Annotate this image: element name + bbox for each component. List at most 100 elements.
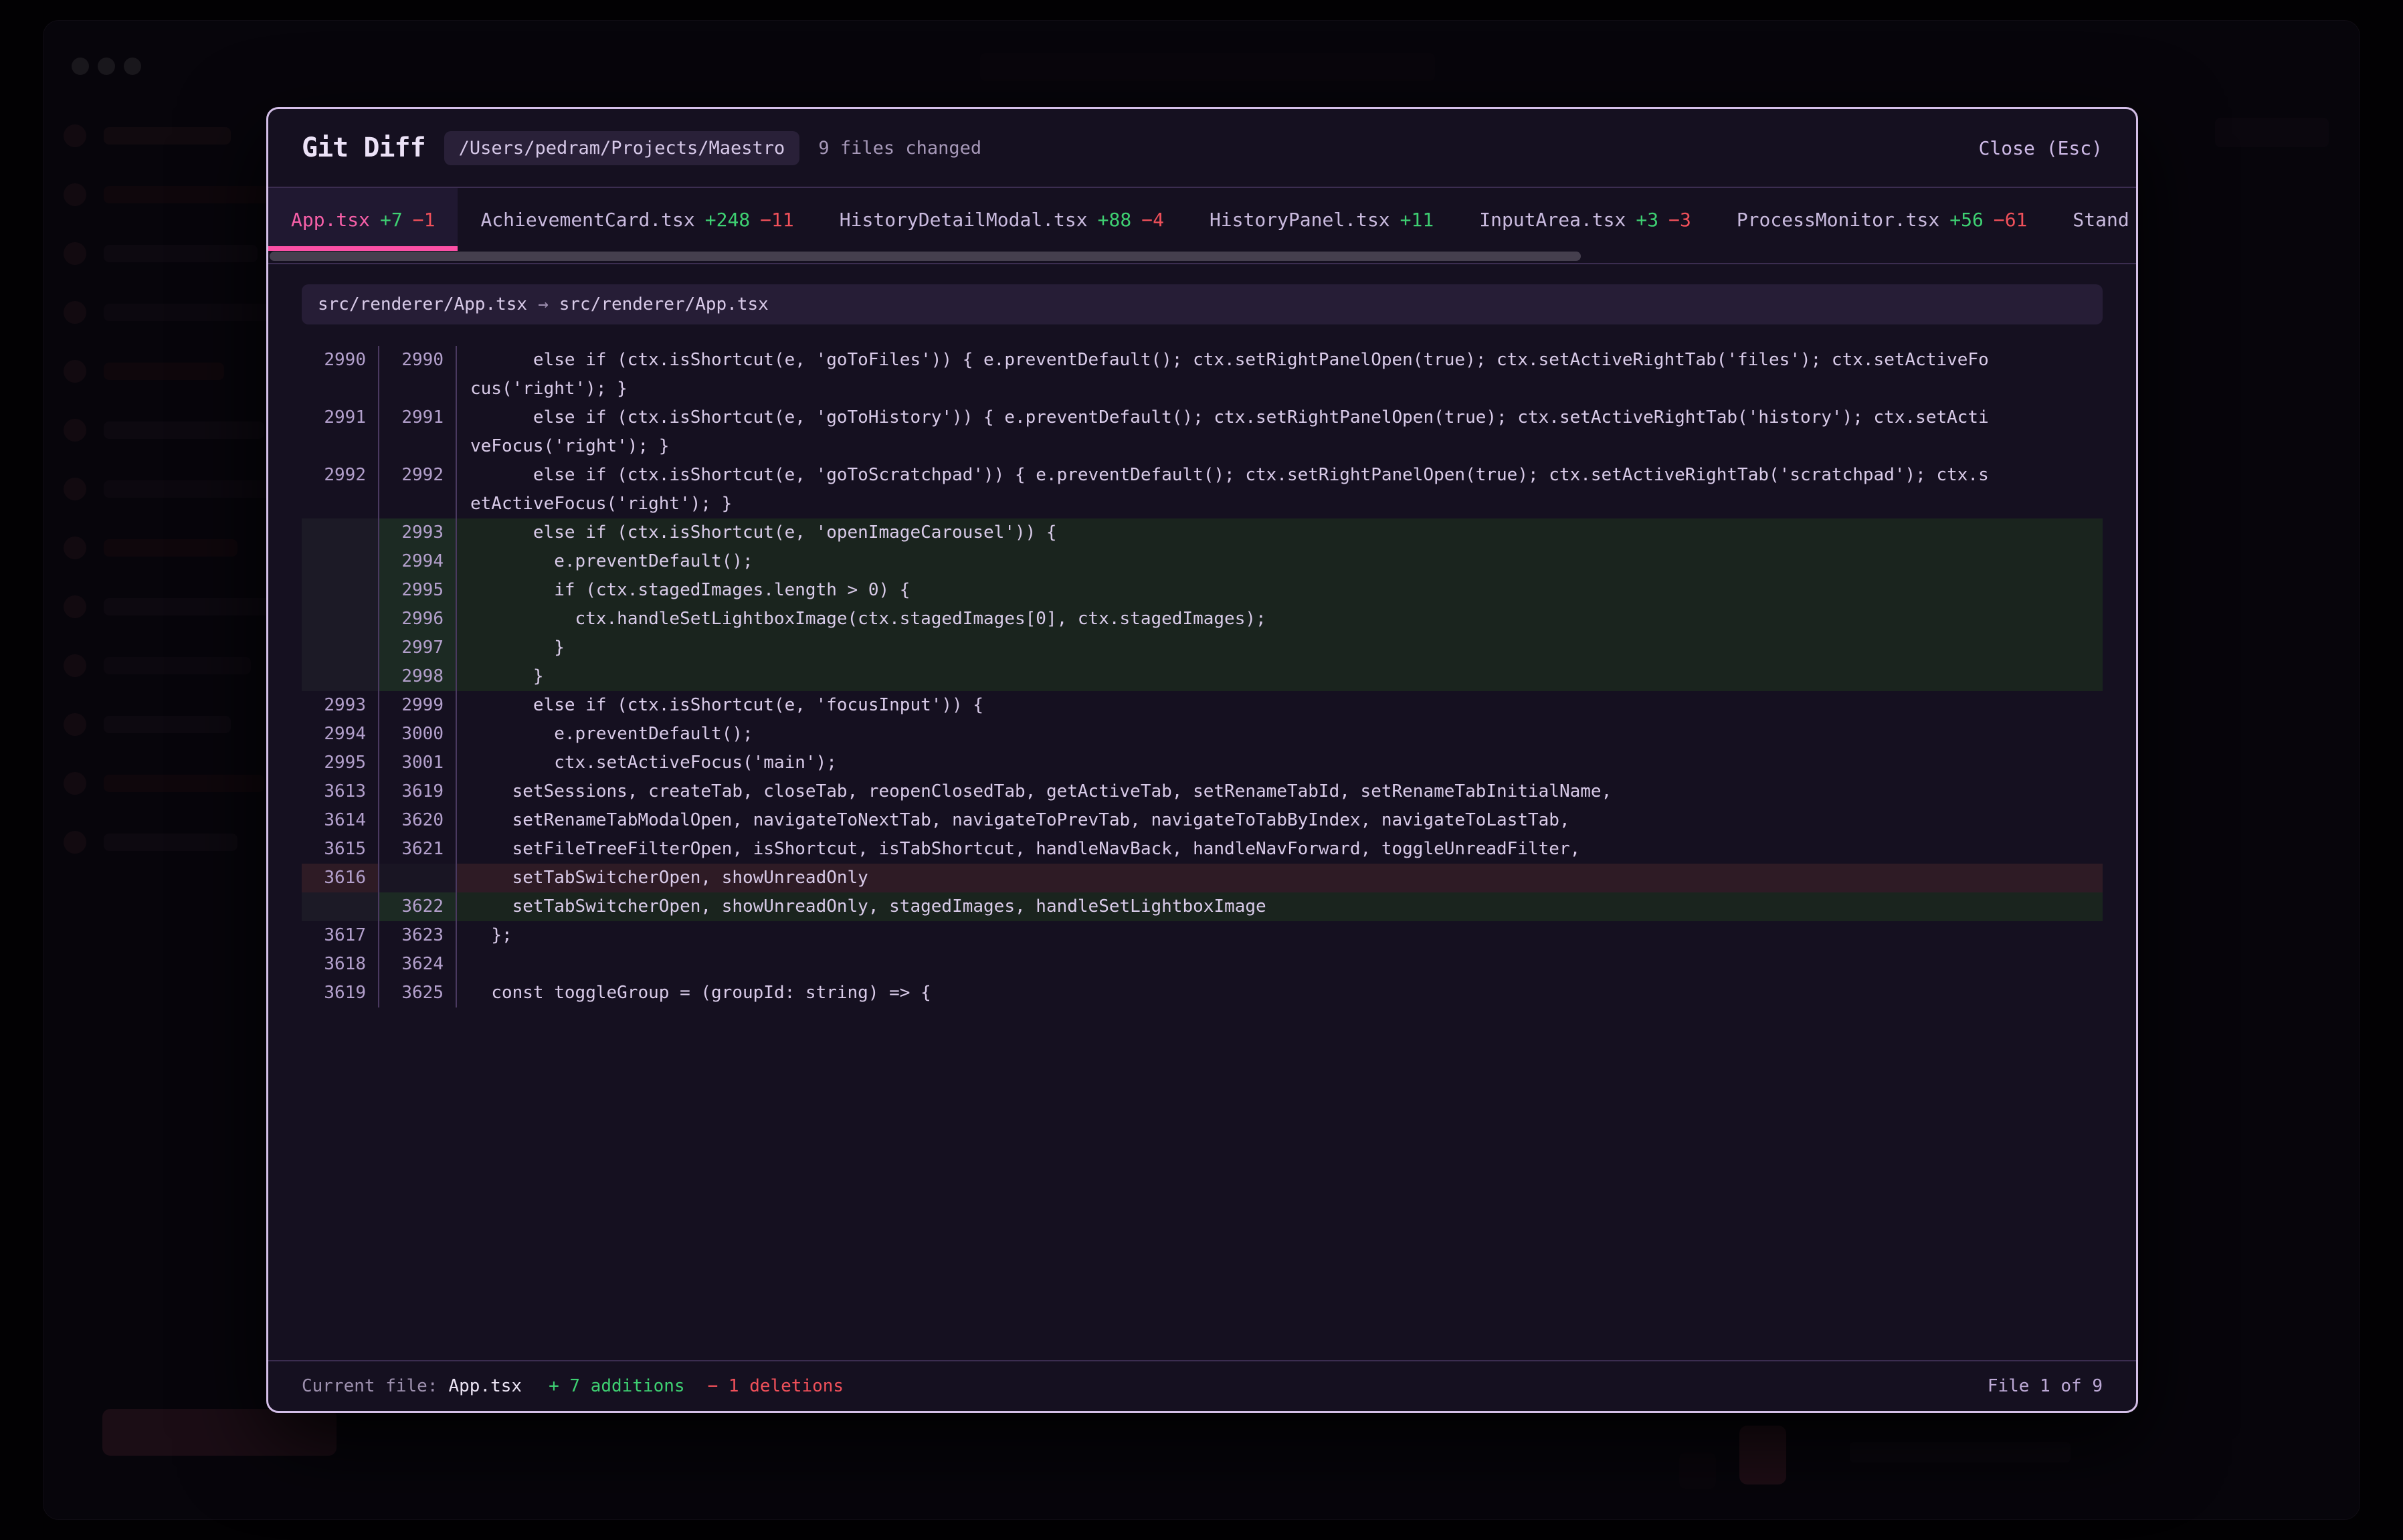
modal-title: Git Diff [302,132,425,163]
old-line-number [302,634,379,662]
code-line: else if (ctx.isShortcut(e, 'focusInput')… [457,691,2103,720]
repo-path-badge: /Users/pedram/Projects/Maestro [444,131,800,165]
new-line-number: 2996 [379,605,457,634]
diff-row-add: 3622 setTabSwitcherOpen, showUnreadOnly,… [302,892,2103,921]
tab-deletions-count: −4 [1141,209,1164,231]
file-tab-inputarea-tsx[interactable]: InputArea.tsx+3−3 [1456,188,1714,251]
new-line-number: 2995 [379,576,457,605]
diff-row-context: 36143620 setRenameTabModalOpen, navigate… [302,806,2103,835]
tab-additions-count: +248 [705,209,750,231]
diff-row-add: 2994 e.preventDefault(); [302,547,2103,576]
file-tab-historydetailmodal-tsx[interactable]: HistoryDetailModal.tsx+88−4 [817,188,1187,251]
code-line: setRenameTabModalOpen, navigateToNextTab… [457,806,2103,835]
new-line-number: 3001 [379,749,457,777]
diff-row-context: 29912991 else if (ctx.isShortcut(e, 'goT… [302,403,2103,461]
tab-deletions-count: −61 [1994,209,2028,231]
code-line: ctx.setActiveFocus('main'); [457,749,2103,777]
code-line: ctx.handleSetLightboxImage(ctx.stagedIma… [457,605,2103,634]
tab-filename: App.tsx [291,209,370,231]
modal-header: Git Diff /Users/pedram/Projects/Maestro … [268,109,2136,188]
file-tabs: App.tsx+7−1AchievementCard.tsx+248−11His… [268,188,2136,251]
diff-row-context: 36183624 [302,950,2103,979]
old-line-number: 3613 [302,777,379,806]
file-tabbar: App.tsx+7−1AchievementCard.tsx+248−11His… [268,188,2136,264]
tabbar-scrollbar-thumb[interactable] [270,252,1581,261]
new-line-number: 3624 [379,950,457,979]
old-line-number: 3617 [302,921,379,950]
old-line-number [302,518,379,547]
new-line-number: 3621 [379,835,457,864]
new-line-number: 2994 [379,547,457,576]
new-line-number: 2991 [379,403,457,461]
file-tab-processmonitor-tsx[interactable]: ProcessMonitor.tsx+56−61 [1714,188,2050,251]
file-rename-header: src/renderer/App.tsx → src/renderer/App.… [302,284,2103,324]
tab-filename: ProcessMonitor.tsx [1737,209,1939,231]
code-line [457,950,2103,979]
old-line-number: 3615 [302,835,379,864]
diff-row-context: 36133619 setSessions, createTab, closeTa… [302,777,2103,806]
tab-deletions-count: −1 [413,209,436,231]
old-line-number: 3619 [302,979,379,1007]
new-line-number: 3623 [379,921,457,950]
diff-row-context: 36153621 setFileTreeFilterOpen, isShortc… [302,835,2103,864]
code-line: setTabSwitcherOpen, showUnreadOnly, stag… [457,892,2103,921]
new-line-number [379,864,457,892]
diff-row-del: 3616 setTabSwitcherOpen, showUnreadOnly [302,864,2103,892]
diff-row-context: 29932999 else if (ctx.isShortcut(e, 'foc… [302,691,2103,720]
file-position: File 1 of 9 [1988,1376,2103,1396]
arrow-right-icon: → [538,294,549,314]
file-tab-stand[interactable]: Stand [2050,188,2136,251]
old-line-number [302,576,379,605]
tab-filename: InputArea.tsx [1479,209,1626,231]
current-file-label: Current file: [302,1376,438,1396]
tab-additions-count: +88 [1098,209,1132,231]
code-line: e.preventDefault(); [457,720,2103,749]
code-line: else if (ctx.isShortcut(e, 'goToFiles'))… [457,346,2103,403]
file-tab-achievementcard-tsx[interactable]: AchievementCard.tsx+248−11 [458,188,816,251]
diff-row-add: 2993 else if (ctx.isShortcut(e, 'openIma… [302,518,2103,547]
new-line-number: 2999 [379,691,457,720]
old-line-number: 3618 [302,950,379,979]
new-line-number: 3620 [379,806,457,835]
diff-row-context: 36173623 }; [302,921,2103,950]
diff-row-add: 2997 } [302,634,2103,662]
code-line: else if (ctx.isShortcut(e, 'goToScratchp… [457,461,2103,518]
code-line: setFileTreeFilterOpen, isShortcut, isTab… [457,835,2103,864]
new-line-number: 2998 [379,662,457,691]
old-line-number [302,547,379,576]
new-line-number: 3622 [379,892,457,921]
new-line-number: 2997 [379,634,457,662]
tab-additions-count: +3 [1636,209,1658,231]
files-changed-label: 9 files changed [818,138,981,159]
old-line-number: 2993 [302,691,379,720]
file-tab-app-tsx[interactable]: App.tsx +7 −1 [268,188,458,251]
file-path-to: src/renderer/App.tsx [559,294,769,314]
current-file-name: App.tsx [449,1376,522,1396]
code-line: const toggleGroup = (groupId: string) =>… [457,979,2103,1007]
diff-row-context: 29943000 e.preventDefault(); [302,720,2103,749]
code-line: setSessions, createTab, closeTab, reopen… [457,777,2103,806]
tab-additions-count: +11 [1400,209,1434,231]
code-line: else if (ctx.isShortcut(e, 'goToHistory'… [457,403,2103,461]
file-tab-historypanel-tsx[interactable]: HistoryPanel.tsx +11 [1187,188,1456,251]
new-line-number: 2990 [379,346,457,403]
new-line-number: 3619 [379,777,457,806]
file-path-from: src/renderer/App.tsx [318,294,527,314]
tab-filename: HistoryPanel.tsx [1210,209,1390,231]
new-line-number: 2993 [379,518,457,547]
diff-row-add: 2998 } [302,662,2103,691]
new-line-number: 3625 [379,979,457,1007]
old-line-number: 2994 [302,720,379,749]
code-line: } [457,634,2103,662]
old-line-number: 2991 [302,403,379,461]
new-line-number: 3000 [379,720,457,749]
new-line-number: 2992 [379,461,457,518]
close-button[interactable]: Close (Esc) [1979,137,2103,159]
tab-filename: Stand [2073,209,2129,231]
tab-deletions-count: −11 [760,209,794,231]
tab-additions-count: +7 [380,209,403,231]
old-line-number [302,605,379,634]
modal-footer: Current file: App.tsx + 7 additions − 1 … [268,1360,2136,1411]
old-line-number: 3614 [302,806,379,835]
old-line-number: 2992 [302,461,379,518]
